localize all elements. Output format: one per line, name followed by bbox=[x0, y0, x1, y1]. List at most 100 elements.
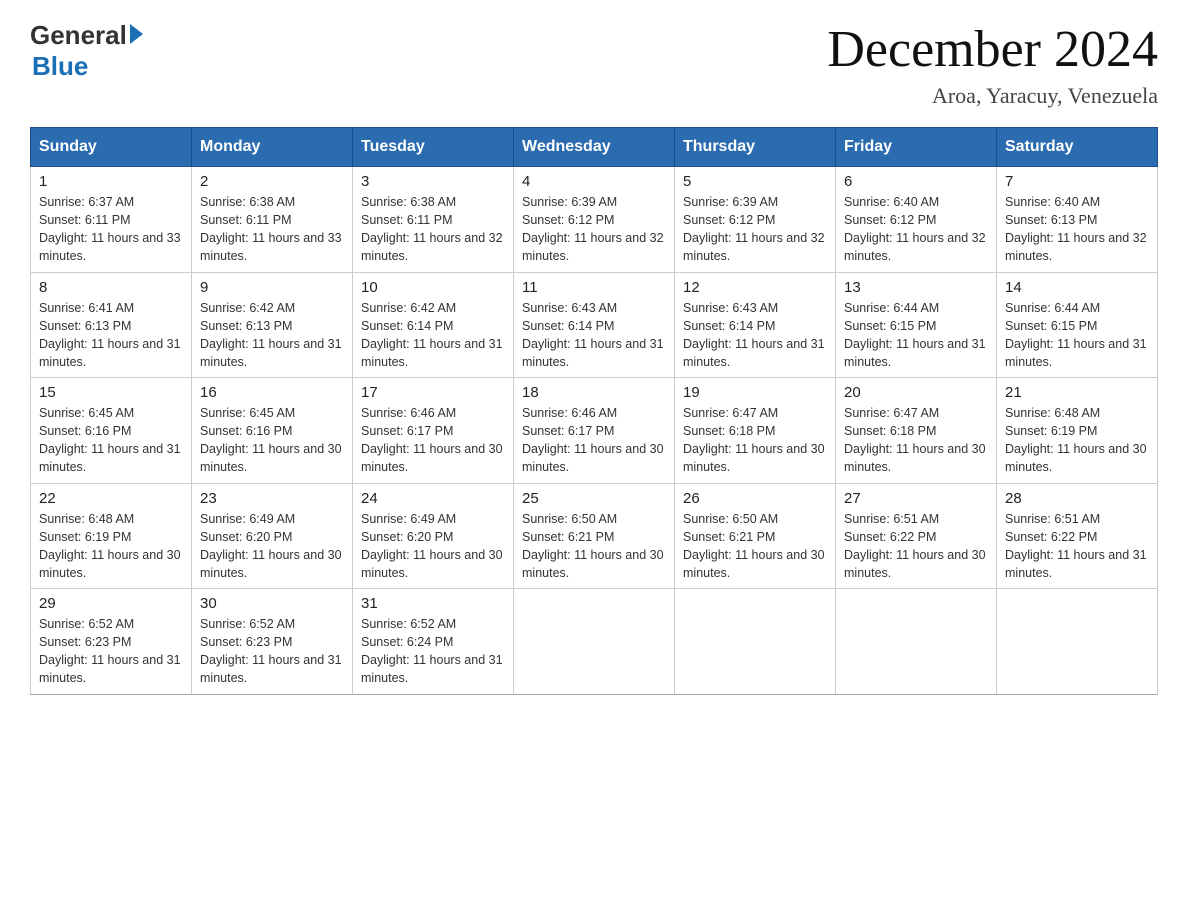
day-number: 25 bbox=[522, 490, 666, 507]
calendar-cell: 2 Sunrise: 6:38 AMSunset: 6:11 PMDaylight… bbox=[192, 167, 353, 273]
calendar-header-row: SundayMondayTuesdayWednesdayThursdayFrid… bbox=[31, 128, 1158, 167]
calendar-cell: 8 Sunrise: 6:41 AMSunset: 6:13 PMDaylight… bbox=[31, 272, 192, 378]
month-title: December 2024 bbox=[827, 20, 1158, 79]
day-info: Sunrise: 6:43 AMSunset: 6:14 PMDaylight:… bbox=[522, 299, 666, 372]
logo-general-text: General bbox=[30, 20, 127, 51]
day-info: Sunrise: 6:46 AMSunset: 6:17 PMDaylight:… bbox=[361, 404, 505, 477]
calendar-cell: 14Sunrise: 6:44 AMSunset: 6:15 PMDayligh… bbox=[997, 272, 1158, 378]
calendar-week-row: 8 Sunrise: 6:41 AMSunset: 6:13 PMDaylight… bbox=[31, 272, 1158, 378]
calendar-cell: 16Sunrise: 6:45 AMSunset: 6:16 PMDayligh… bbox=[192, 378, 353, 484]
calendar-cell: 24 Sunrise: 6:49 AMSunset: 6:20 PMDayligh… bbox=[353, 483, 514, 589]
calendar-week-row: 22 Sunrise: 6:48 AMSunset: 6:19 PMDayligh… bbox=[31, 483, 1158, 589]
day-info: Sunrise: 6:44 AMSunset: 6:15 PMDaylight:… bbox=[844, 299, 988, 372]
calendar-cell: 15 Sunrise: 6:45 AMSunset: 6:16 PMDayligh… bbox=[31, 378, 192, 484]
calendar-cell: 26 Sunrise: 6:50 AMSunset: 6:21 PMDayligh… bbox=[675, 483, 836, 589]
day-number: 1 bbox=[39, 173, 183, 190]
day-number: 26 bbox=[683, 490, 827, 507]
day-number: 3 bbox=[361, 173, 505, 190]
calendar-cell bbox=[514, 589, 675, 695]
calendar-cell: 27 Sunrise: 6:51 AMSunset: 6:22 PMDayligh… bbox=[836, 483, 997, 589]
calendar-cell bbox=[836, 589, 997, 695]
page-header: General Blue December 2024 Aroa, Yaracuy… bbox=[30, 20, 1158, 109]
calendar-day-header: Wednesday bbox=[514, 128, 675, 167]
calendar-cell: 28 Sunrise: 6:51 AMSunset: 6:22 PMDayligh… bbox=[997, 483, 1158, 589]
day-info: Sunrise: 6:51 AMSunset: 6:22 PMDaylight:… bbox=[844, 510, 988, 583]
day-info: Sunrise: 6:40 AMSunset: 6:12 PMDaylight:… bbox=[844, 193, 988, 266]
day-info: Sunrise: 6:49 AMSunset: 6:20 PMDaylight:… bbox=[361, 510, 505, 583]
calendar-week-row: 1 Sunrise: 6:37 AMSunset: 6:11 PMDaylight… bbox=[31, 167, 1158, 273]
calendar-cell: 3 Sunrise: 6:38 AMSunset: 6:11 PMDaylight… bbox=[353, 167, 514, 273]
calendar-cell: 25 Sunrise: 6:50 AMSunset: 6:21 PMDayligh… bbox=[514, 483, 675, 589]
calendar-cell: 5 Sunrise: 6:39 AMSunset: 6:12 PMDaylight… bbox=[675, 167, 836, 273]
calendar-cell: 17 Sunrise: 6:46 AMSunset: 6:17 PMDayligh… bbox=[353, 378, 514, 484]
day-number: 11 bbox=[522, 279, 666, 296]
day-info: Sunrise: 6:50 AMSunset: 6:21 PMDaylight:… bbox=[683, 510, 827, 583]
day-number: 8 bbox=[39, 279, 183, 296]
calendar-cell: 4 Sunrise: 6:39 AMSunset: 6:12 PMDaylight… bbox=[514, 167, 675, 273]
day-info: Sunrise: 6:45 AMSunset: 6:16 PMDaylight:… bbox=[39, 404, 183, 477]
calendar-week-row: 15 Sunrise: 6:45 AMSunset: 6:16 PMDayligh… bbox=[31, 378, 1158, 484]
day-number: 29 bbox=[39, 595, 183, 612]
day-info: Sunrise: 6:38 AMSunset: 6:11 PMDaylight:… bbox=[361, 193, 505, 266]
day-info: Sunrise: 6:52 AMSunset: 6:24 PMDaylight:… bbox=[361, 615, 505, 688]
logo-triangle-icon bbox=[130, 24, 143, 44]
calendar-cell: 9 Sunrise: 6:42 AMSunset: 6:13 PMDaylight… bbox=[192, 272, 353, 378]
day-number: 20 bbox=[844, 384, 988, 401]
day-info: Sunrise: 6:41 AMSunset: 6:13 PMDaylight:… bbox=[39, 299, 183, 372]
day-number: 31 bbox=[361, 595, 505, 612]
calendar-cell: 21 Sunrise: 6:48 AMSunset: 6:19 PMDayligh… bbox=[997, 378, 1158, 484]
day-info: Sunrise: 6:37 AMSunset: 6:11 PMDaylight:… bbox=[39, 193, 183, 266]
day-number: 17 bbox=[361, 384, 505, 401]
day-number: 9 bbox=[200, 279, 344, 296]
calendar-cell: 1 Sunrise: 6:37 AMSunset: 6:11 PMDaylight… bbox=[31, 167, 192, 273]
day-info: Sunrise: 6:44 AMSunset: 6:15 PMDaylight:… bbox=[1005, 299, 1149, 372]
calendar-cell: 22 Sunrise: 6:48 AMSunset: 6:19 PMDayligh… bbox=[31, 483, 192, 589]
day-number: 6 bbox=[844, 173, 988, 190]
day-info: Sunrise: 6:42 AMSunset: 6:13 PMDaylight:… bbox=[200, 299, 344, 372]
day-number: 28 bbox=[1005, 490, 1149, 507]
logo-blue-text: Blue bbox=[32, 51, 88, 82]
day-number: 22 bbox=[39, 490, 183, 507]
calendar-cell bbox=[997, 589, 1158, 695]
day-number: 30 bbox=[200, 595, 344, 612]
day-number: 23 bbox=[200, 490, 344, 507]
day-info: Sunrise: 6:48 AMSunset: 6:19 PMDaylight:… bbox=[1005, 404, 1149, 477]
day-number: 4 bbox=[522, 173, 666, 190]
day-info: Sunrise: 6:38 AMSunset: 6:11 PMDaylight:… bbox=[200, 193, 344, 266]
day-number: 19 bbox=[683, 384, 827, 401]
calendar-cell: 7 Sunrise: 6:40 AMSunset: 6:13 PMDaylight… bbox=[997, 167, 1158, 273]
day-info: Sunrise: 6:48 AMSunset: 6:19 PMDaylight:… bbox=[39, 510, 183, 583]
day-info: Sunrise: 6:47 AMSunset: 6:18 PMDaylight:… bbox=[844, 404, 988, 477]
day-number: 10 bbox=[361, 279, 505, 296]
day-info: Sunrise: 6:51 AMSunset: 6:22 PMDaylight:… bbox=[1005, 510, 1149, 583]
calendar-cell: 20 Sunrise: 6:47 AMSunset: 6:18 PMDayligh… bbox=[836, 378, 997, 484]
day-number: 27 bbox=[844, 490, 988, 507]
day-number: 5 bbox=[683, 173, 827, 190]
calendar-day-header: Saturday bbox=[997, 128, 1158, 167]
day-number: 18 bbox=[522, 384, 666, 401]
day-number: 2 bbox=[200, 173, 344, 190]
day-info: Sunrise: 6:40 AMSunset: 6:13 PMDaylight:… bbox=[1005, 193, 1149, 266]
day-number: 24 bbox=[361, 490, 505, 507]
calendar-cell: 10Sunrise: 6:42 AMSunset: 6:14 PMDayligh… bbox=[353, 272, 514, 378]
day-number: 15 bbox=[39, 384, 183, 401]
day-number: 21 bbox=[1005, 384, 1149, 401]
day-info: Sunrise: 6:50 AMSunset: 6:21 PMDaylight:… bbox=[522, 510, 666, 583]
calendar-cell: 18Sunrise: 6:46 AMSunset: 6:17 PMDayligh… bbox=[514, 378, 675, 484]
day-info: Sunrise: 6:52 AMSunset: 6:23 PMDaylight:… bbox=[200, 615, 344, 688]
day-info: Sunrise: 6:47 AMSunset: 6:18 PMDaylight:… bbox=[683, 404, 827, 477]
day-info: Sunrise: 6:49 AMSunset: 6:20 PMDaylight:… bbox=[200, 510, 344, 583]
day-number: 7 bbox=[1005, 173, 1149, 190]
logo: General Blue bbox=[30, 20, 143, 82]
calendar-week-row: 29 Sunrise: 6:52 AMSunset: 6:23 PMDayligh… bbox=[31, 589, 1158, 695]
calendar-cell: 19 Sunrise: 6:47 AMSunset: 6:18 PMDayligh… bbox=[675, 378, 836, 484]
day-info: Sunrise: 6:39 AMSunset: 6:12 PMDaylight:… bbox=[683, 193, 827, 266]
location-title: Aroa, Yaracuy, Venezuela bbox=[827, 83, 1158, 109]
day-number: 13 bbox=[844, 279, 988, 296]
calendar-day-header: Tuesday bbox=[353, 128, 514, 167]
day-info: Sunrise: 6:43 AMSunset: 6:14 PMDaylight:… bbox=[683, 299, 827, 372]
calendar-cell: 30 Sunrise: 6:52 AMSunset: 6:23 PMDayligh… bbox=[192, 589, 353, 695]
day-info: Sunrise: 6:39 AMSunset: 6:12 PMDaylight:… bbox=[522, 193, 666, 266]
calendar-cell: 6 Sunrise: 6:40 AMSunset: 6:12 PMDaylight… bbox=[836, 167, 997, 273]
calendar-cell: 13 Sunrise: 6:44 AMSunset: 6:15 PMDayligh… bbox=[836, 272, 997, 378]
